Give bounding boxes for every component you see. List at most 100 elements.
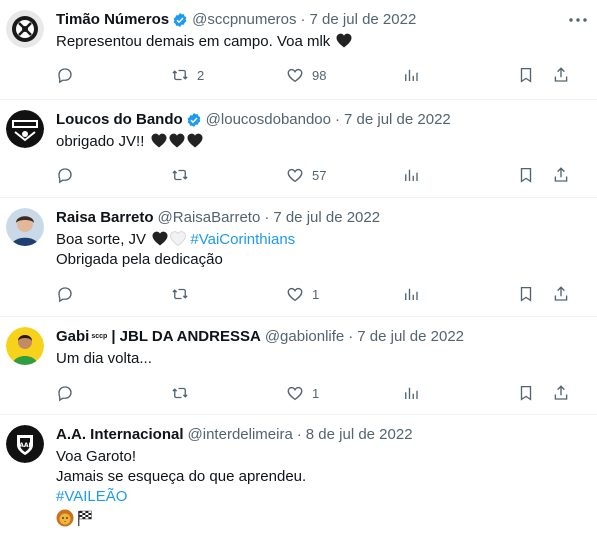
display-name[interactable]: Gabi <box>56 327 89 347</box>
display-name[interactable]: Loucos do Bando <box>56 110 183 130</box>
share-button[interactable] <box>552 165 570 185</box>
display-name-suffix[interactable]: | JBL DA ANDRESSA <box>111 327 261 347</box>
retweet-icon <box>172 169 188 181</box>
tweet-text: Voa Garoto! Jamais se esqueça do que apr… <box>56 447 577 527</box>
reply-icon <box>58 168 72 184</box>
retweet-button[interactable] <box>171 165 197 185</box>
svg-text:AAI: AAI <box>19 442 31 449</box>
separator-dot: · <box>335 111 340 128</box>
timestamp[interactable]: 7 de jul de 2022 <box>344 110 451 130</box>
retweet-button[interactable]: 2 <box>171 65 204 85</box>
retweet-icon <box>172 69 188 81</box>
tweet-header: A.A. Internacional @interdelimeira · 8 d… <box>56 425 557 445</box>
tweet-text-line: Obrigada pela dedicação <box>56 251 223 268</box>
retweet-button[interactable] <box>171 383 197 403</box>
name-superscript: sccp <box>91 333 108 340</box>
tweet-text-line: Voa Garoto! <box>56 448 137 465</box>
reply-icon <box>58 287 72 303</box>
tweet[interactable]: Gabi sccp | JBL DA ANDRESSA @gabionlife … <box>0 317 597 415</box>
tweet-header: Raisa Barreto @RaisaBarreto · 7 de jul d… <box>56 208 557 228</box>
avatar[interactable] <box>6 327 44 365</box>
black-heart-emoji <box>152 231 168 246</box>
like-count: 98 <box>312 67 327 83</box>
views-icon <box>405 288 418 300</box>
reply-button[interactable] <box>56 65 82 85</box>
handle[interactable]: @RaisaBarreto <box>158 208 261 228</box>
tweet-text-line: Um dia volta... <box>56 350 152 367</box>
share-button[interactable] <box>552 284 570 304</box>
bookmark-icon <box>520 385 532 401</box>
views-button[interactable] <box>402 65 420 85</box>
avatar[interactable] <box>6 10 44 48</box>
timestamp[interactable]: 7 de jul de 2022 <box>357 327 464 347</box>
like-button[interactable]: 57 <box>286 165 326 185</box>
handle[interactable]: @interdelimeira <box>188 425 293 445</box>
verified-badge-icon <box>186 112 202 128</box>
more-options-icon[interactable] <box>567 10 589 30</box>
separator-dot: · <box>296 426 302 443</box>
reply-button[interactable] <box>56 284 82 304</box>
tweet[interactable]: Loucos do Bando @loucosdobandoo · 7 de j… <box>0 100 597 198</box>
display-name[interactable]: A.A. Internacional <box>56 425 184 445</box>
tweet-text-line: Representou demais em campo. Voa mlk <box>56 33 331 50</box>
reply-button[interactable] <box>56 165 82 185</box>
white-heart-emoji <box>170 231 187 246</box>
hashtag-link[interactable]: #VaiCorinthians <box>190 231 295 248</box>
avatar[interactable] <box>6 110 44 148</box>
share-icon <box>554 167 568 182</box>
bookmark-icon <box>520 67 532 83</box>
views-icon <box>405 69 418 81</box>
display-name[interactable]: Timão Números <box>56 10 169 30</box>
reply-button[interactable] <box>56 383 82 403</box>
share-button[interactable] <box>552 65 570 85</box>
handle[interactable]: @gabionlife <box>265 327 344 347</box>
tweet-header: Loucos do Bando @loucosdobandoo · 7 de j… <box>56 110 557 130</box>
retweet-button[interactable] <box>171 284 197 304</box>
timestamp[interactable]: 7 de jul de 2022 <box>273 208 380 228</box>
tweet[interactable]: Timão Números @sccpnumeros · 7 de jul de… <box>0 0 597 100</box>
emoji-row <box>56 509 577 527</box>
heart-icon <box>287 68 303 83</box>
share-button[interactable] <box>552 383 570 403</box>
avatar[interactable]: AAI <box>6 425 44 463</box>
views-icon <box>405 169 418 181</box>
tweet[interactable]: AAI A.A. Internacional @interdelimeira ·… <box>0 415 597 536</box>
views-button[interactable] <box>402 383 420 403</box>
black-heart-emoji <box>187 133 203 148</box>
timestamp[interactable]: 7 de jul de 2022 <box>310 10 417 30</box>
views-button[interactable] <box>402 165 420 185</box>
reply-icon <box>58 68 72 84</box>
like-count: 1 <box>312 286 320 302</box>
bookmark-button[interactable] <box>517 284 535 304</box>
bookmark-button[interactable] <box>517 383 535 403</box>
reply-icon <box>58 386 72 402</box>
retweet-icon <box>172 288 188 300</box>
like-button[interactable]: 1 <box>286 284 319 304</box>
retweet-icon <box>172 387 188 399</box>
hashtag-link[interactable]: #VAILEÃO <box>56 488 127 505</box>
tweet[interactable]: Raisa Barreto @RaisaBarreto · 7 de jul d… <box>0 198 597 317</box>
bookmark-icon <box>520 167 532 183</box>
tweet-text-line: Jamais se esqueça do que aprendeu. <box>56 468 307 485</box>
bookmark-button[interactable] <box>517 65 535 85</box>
timeline: Timão Números @sccpnumeros · 7 de jul de… <box>0 0 597 536</box>
separator-dot: · <box>348 328 354 345</box>
bookmark-button[interactable] <box>517 165 535 185</box>
views-button[interactable] <box>402 284 420 304</box>
handle[interactable]: @loucosdobandoo <box>206 110 331 130</box>
like-button[interactable]: 98 <box>286 65 326 85</box>
avatar[interactable] <box>6 208 44 246</box>
tweet-actions: 1 <box>56 284 579 304</box>
handle[interactable]: @sccpnumeros <box>192 10 296 30</box>
views-icon <box>405 387 418 399</box>
tweet-header: Gabi sccp | JBL DA ANDRESSA @gabionlife … <box>56 327 557 347</box>
lion-emoji <box>56 509 74 527</box>
heart-icon <box>287 168 303 183</box>
tweet-text: Um dia volta... <box>56 349 577 369</box>
tweet-text: Representou demais em campo. Voa mlk <box>56 32 577 52</box>
display-name[interactable]: Raisa Barreto <box>56 208 154 228</box>
timestamp[interactable]: 8 de jul de 2022 <box>306 425 413 445</box>
separator-dot: · <box>264 209 270 226</box>
heart-icon <box>287 287 303 302</box>
like-button[interactable]: 1 <box>286 383 319 403</box>
